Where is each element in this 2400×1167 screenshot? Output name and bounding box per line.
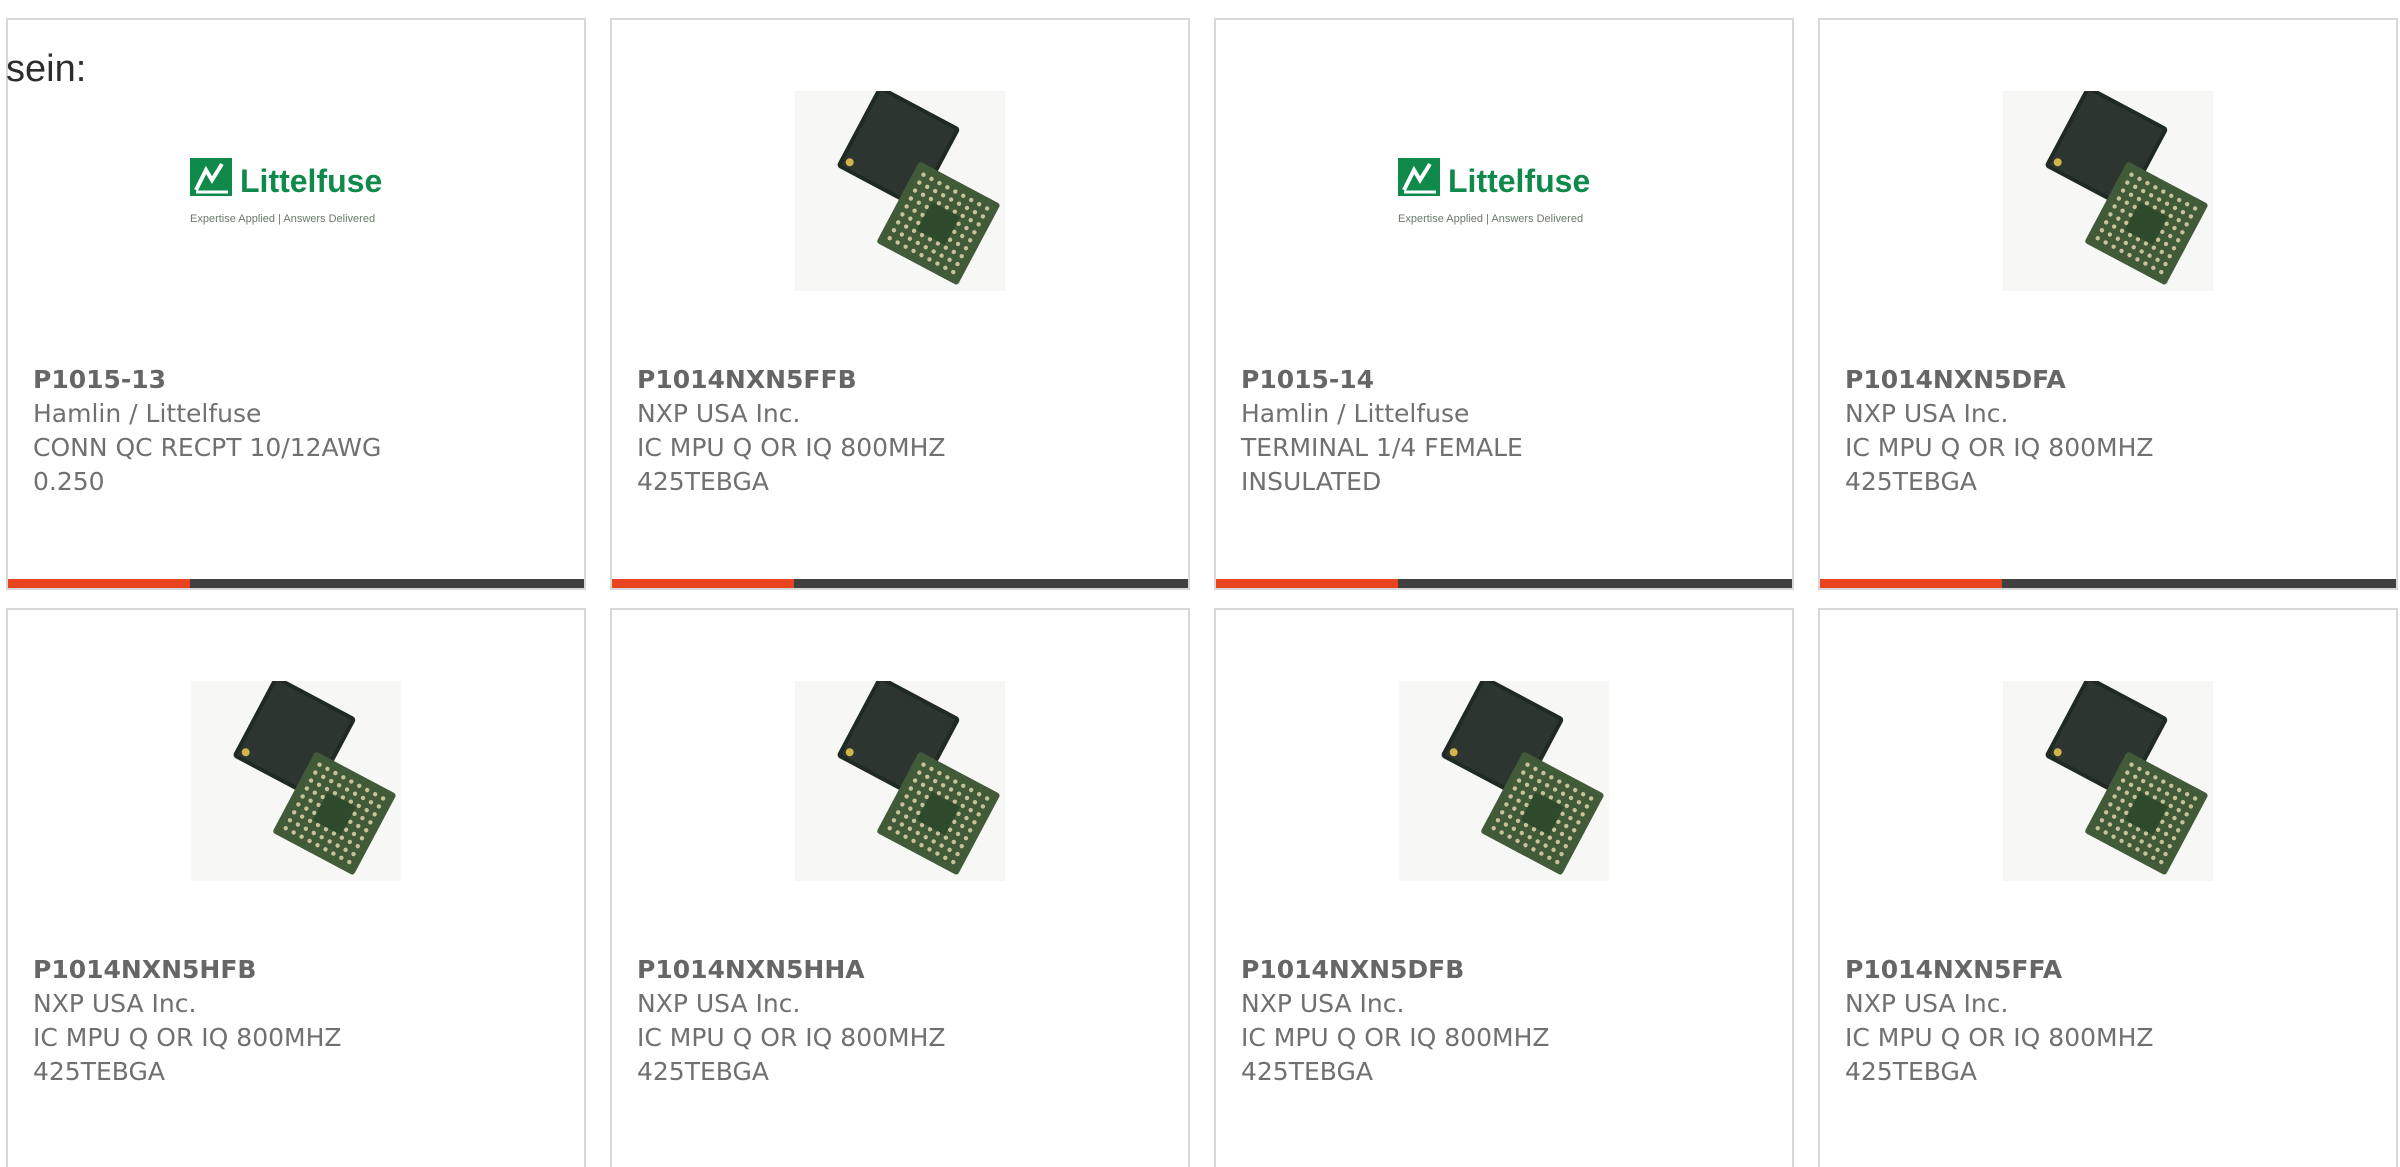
card-accent-bar	[8, 579, 584, 588]
part-number[interactable]: P1014NXN5FFB	[637, 363, 1168, 397]
part-number[interactable]: P1014NXN5FFA	[1845, 953, 2376, 987]
product-details: P1014NXN5HFB NXP USA Inc. IC MPU Q OR IQ…	[33, 953, 564, 1089]
product-description: IC MPU Q OR IQ 800MHZ 425TEBGA	[33, 1023, 342, 1086]
product-description: CONN QC RECPT 10/12AWG 0.250	[33, 433, 382, 496]
svg-text:Expertise Applied | Answers De: Expertise Applied | Answers Delivered	[190, 213, 375, 225]
product-card[interactable]: P1014NXN5HFB NXP USA Inc. IC MPU Q OR IQ…	[6, 608, 586, 1167]
manufacturer-name: NXP USA Inc.	[33, 989, 197, 1018]
bga-chip-icon	[795, 681, 1005, 881]
product-card[interactable]: P1014NXN5DFB NXP USA Inc. IC MPU Q OR IQ…	[1214, 608, 1794, 1167]
bga-chip-icon	[2003, 681, 2213, 881]
product-description: IC MPU Q OR IQ 800MHZ 425TEBGA	[1845, 1023, 2154, 1086]
bga-chip-icon	[191, 681, 401, 881]
part-number[interactable]: P1014NXN5HFB	[33, 953, 564, 987]
product-description: TERMINAL 1/4 FEMALE INSULATED	[1241, 433, 1523, 496]
part-number[interactable]: P1014NXN5DFA	[1845, 363, 2376, 397]
product-card[interactable]: P1014NXN5HHA NXP USA Inc. IC MPU Q OR IQ…	[610, 608, 1190, 1167]
product-image[interactable]	[612, 676, 1188, 886]
part-number[interactable]: P1015-14	[1241, 363, 1772, 397]
accent-bar-track	[2002, 579, 2396, 588]
bga-chip-icon	[2003, 91, 2213, 291]
product-grid-page: sein: Littelfuse Expertise Applied | Answ…	[0, 0, 2400, 1167]
accent-bar-track	[1398, 579, 1792, 588]
intro-text: sein:	[6, 48, 87, 90]
product-image[interactable]: Littelfuse Expertise Applied | Answers De…	[1216, 86, 1792, 296]
product-grid: Littelfuse Expertise Applied | Answers De…	[6, 18, 2398, 1167]
accent-bar-highlight	[1820, 579, 2002, 588]
manufacturer-name: NXP USA Inc.	[637, 989, 801, 1018]
product-card[interactable]: Littelfuse Expertise Applied | Answers De…	[1214, 18, 1794, 590]
bga-chip-icon	[1399, 681, 1609, 881]
product-card[interactable]: Littelfuse Expertise Applied | Answers De…	[6, 18, 586, 590]
product-description: IC MPU Q OR IQ 800MHZ 425TEBGA	[1845, 433, 2154, 496]
product-description: IC MPU Q OR IQ 800MHZ 425TEBGA	[1241, 1023, 1550, 1086]
accent-bar-highlight	[1216, 579, 1398, 588]
product-details: P1015-13 Hamlin / Littelfuse CONN QC REC…	[33, 363, 564, 499]
manufacturer-name: Hamlin / Littelfuse	[33, 399, 262, 428]
product-details: P1014NXN5FFA NXP USA Inc. IC MPU Q OR IQ…	[1845, 953, 2376, 1089]
card-accent-bar	[1216, 579, 1792, 588]
svg-text:Littelfuse: Littelfuse	[1448, 163, 1590, 199]
accent-bar-track	[794, 579, 1188, 588]
manufacturer-name: Hamlin / Littelfuse	[1241, 399, 1470, 428]
product-details: P1014NXN5DFA NXP USA Inc. IC MPU Q OR IQ…	[1845, 363, 2376, 499]
manufacturer-name: NXP USA Inc.	[637, 399, 801, 428]
product-image[interactable]	[612, 86, 1188, 296]
product-details: P1015-14 Hamlin / Littelfuse TERMINAL 1/…	[1241, 363, 1772, 499]
product-description: IC MPU Q OR IQ 800MHZ 425TEBGA	[637, 433, 946, 496]
part-number[interactable]: P1014NXN5DFB	[1241, 953, 1772, 987]
product-card[interactable]: P1014NXN5DFA NXP USA Inc. IC MPU Q OR IQ…	[1818, 18, 2398, 590]
product-image[interactable]	[8, 676, 584, 886]
product-details: P1014NXN5HHA NXP USA Inc. IC MPU Q OR IQ…	[637, 953, 1168, 1089]
product-image[interactable]	[1820, 86, 2396, 296]
manufacturer-name: NXP USA Inc.	[1845, 399, 2009, 428]
part-number[interactable]: P1014NXN5HHA	[637, 953, 1168, 987]
part-number[interactable]: P1015-13	[33, 363, 564, 397]
bga-chip-icon	[795, 91, 1005, 291]
accent-bar-highlight	[8, 579, 190, 588]
product-card[interactable]: P1014NXN5FFB NXP USA Inc. IC MPU Q OR IQ…	[610, 18, 1190, 590]
accent-bar-highlight	[612, 579, 794, 588]
littelfuse-logo-icon: Littelfuse Expertise Applied | Answers De…	[1398, 158, 1590, 225]
card-accent-bar	[612, 579, 1188, 588]
product-image[interactable]	[1216, 676, 1792, 886]
card-accent-bar	[1820, 579, 2396, 588]
littelfuse-logo-icon: Littelfuse Expertise Applied | Answers De…	[190, 158, 382, 225]
product-description: IC MPU Q OR IQ 800MHZ 425TEBGA	[637, 1023, 946, 1086]
product-details: P1014NXN5DFB NXP USA Inc. IC MPU Q OR IQ…	[1241, 953, 1772, 1089]
product-card[interactable]: P1014NXN5FFA NXP USA Inc. IC MPU Q OR IQ…	[1818, 608, 2398, 1167]
product-image[interactable]: Littelfuse Expertise Applied | Answers De…	[8, 86, 584, 296]
accent-bar-track	[190, 579, 584, 588]
manufacturer-name: NXP USA Inc.	[1241, 989, 1405, 1018]
product-details: P1014NXN5FFB NXP USA Inc. IC MPU Q OR IQ…	[637, 363, 1168, 499]
svg-text:Expertise Applied | Answers De: Expertise Applied | Answers Delivered	[1398, 213, 1583, 225]
svg-text:Littelfuse: Littelfuse	[240, 163, 382, 199]
manufacturer-name: NXP USA Inc.	[1845, 989, 2009, 1018]
product-image[interactable]	[1820, 676, 2396, 886]
